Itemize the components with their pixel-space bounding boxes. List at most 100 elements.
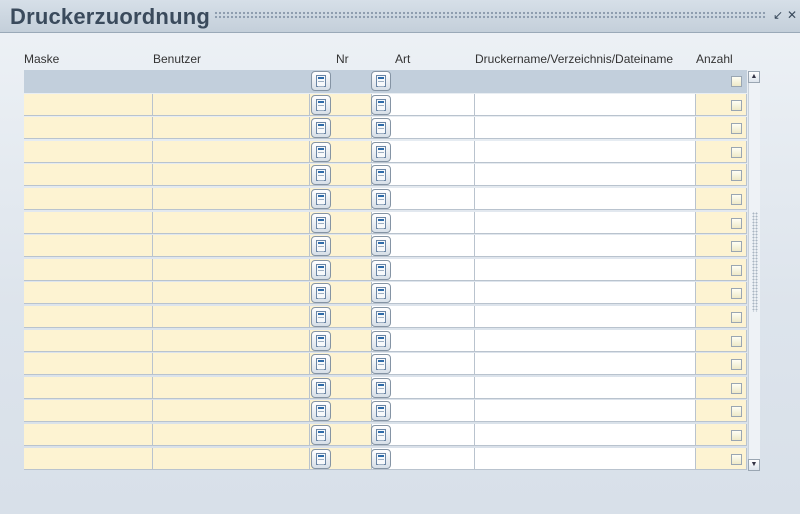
row-checkbox[interactable] — [731, 217, 742, 229]
art-lov-button[interactable] — [371, 165, 391, 186]
cell-druckername[interactable] — [475, 376, 696, 399]
cell-benutzer[interactable] — [153, 235, 310, 258]
row-checkbox[interactable] — [731, 76, 742, 87]
cell-druckername[interactable] — [475, 306, 696, 328]
cell-benutzer[interactable] — [153, 70, 310, 92]
cell-druckername[interactable] — [475, 211, 696, 234]
cell-benutzer[interactable] — [153, 93, 310, 116]
row-checkbox[interactable] — [731, 312, 742, 323]
table-row[interactable] — [24, 164, 747, 187]
nr-lov-button[interactable] — [311, 189, 331, 209]
nr-lov-button[interactable] — [311, 141, 331, 162]
cell-benutzer[interactable] — [153, 447, 310, 470]
art-lov-button[interactable] — [371, 377, 391, 398]
table-row[interactable] — [24, 117, 747, 140]
art-lov-button[interactable] — [371, 236, 391, 257]
row-checkbox[interactable] — [731, 123, 742, 135]
table-row[interactable] — [24, 306, 747, 329]
cell-benutzer[interactable] — [153, 188, 310, 210]
row-checkbox[interactable] — [731, 194, 742, 205]
cell-maske[interactable] — [24, 282, 153, 305]
row-checkbox[interactable] — [731, 170, 742, 182]
art-lov-button[interactable] — [371, 259, 391, 280]
art-lov-button[interactable] — [371, 118, 391, 139]
art-lov-button[interactable] — [371, 71, 391, 91]
table-row[interactable] — [24, 93, 747, 117]
cell-maske[interactable] — [24, 188, 153, 210]
art-lov-button[interactable] — [371, 189, 391, 209]
nr-lov-button[interactable] — [311, 94, 331, 115]
table-row[interactable] — [24, 376, 747, 400]
art-lov-button[interactable] — [371, 401, 391, 422]
cell-druckername[interactable] — [475, 400, 696, 423]
table-row[interactable] — [24, 211, 747, 235]
cell-druckername[interactable] — [475, 424, 696, 446]
cell-maske[interactable] — [24, 117, 153, 140]
row-checkbox[interactable] — [731, 359, 742, 371]
cell-maske[interactable] — [24, 424, 153, 446]
table-row[interactable] — [24, 424, 747, 447]
table-row[interactable] — [24, 400, 747, 423]
cell-druckername[interactable] — [475, 117, 696, 140]
cell-maske[interactable] — [24, 164, 153, 187]
cell-maske[interactable] — [24, 447, 153, 470]
row-checkbox[interactable] — [731, 406, 742, 418]
nr-lov-button[interactable] — [311, 212, 331, 233]
cell-maske[interactable] — [24, 329, 153, 352]
nr-lov-button[interactable] — [311, 118, 331, 139]
art-lov-button[interactable] — [371, 330, 391, 351]
close-icon[interactable]: ✕ — [786, 8, 798, 22]
nr-lov-button[interactable] — [311, 236, 331, 257]
art-lov-button[interactable] — [371, 307, 391, 327]
nr-lov-button[interactable] — [311, 259, 331, 280]
nr-lov-button[interactable] — [311, 71, 331, 91]
arrow-up-icon[interactable]: ▲ — [748, 71, 760, 83]
cell-druckername[interactable] — [475, 235, 696, 258]
row-checkbox[interactable] — [731, 264, 742, 276]
cell-benutzer[interactable] — [153, 424, 310, 446]
art-lov-button[interactable] — [371, 425, 391, 445]
cell-benutzer[interactable] — [153, 258, 310, 281]
art-lov-button[interactable] — [371, 354, 391, 375]
cell-benutzer[interactable] — [153, 376, 310, 399]
row-checkbox[interactable] — [731, 288, 742, 300]
cell-benutzer[interactable] — [153, 353, 310, 376]
table-row[interactable] — [24, 258, 747, 282]
cell-benutzer[interactable] — [153, 329, 310, 352]
nr-lov-button[interactable] — [311, 401, 331, 422]
row-checkbox[interactable] — [731, 146, 742, 158]
table-row[interactable] — [24, 140, 747, 164]
nr-lov-button[interactable] — [311, 283, 331, 304]
cell-druckername[interactable] — [475, 353, 696, 376]
row-checkbox[interactable] — [731, 382, 742, 394]
cell-maske[interactable] — [24, 70, 153, 92]
nr-lov-button[interactable] — [311, 330, 331, 351]
cell-maske[interactable] — [24, 211, 153, 234]
row-checkbox[interactable] — [731, 99, 742, 111]
cell-druckername[interactable] — [475, 93, 696, 116]
table-row[interactable] — [24, 353, 747, 376]
cell-benutzer[interactable] — [153, 306, 310, 328]
cell-benutzer[interactable] — [153, 282, 310, 305]
cell-benutzer[interactable] — [153, 117, 310, 140]
cell-druckername[interactable] — [475, 70, 696, 92]
art-lov-button[interactable] — [371, 94, 391, 115]
cell-druckername[interactable] — [475, 140, 696, 163]
nr-lov-button[interactable] — [311, 425, 331, 445]
arrow-down-icon[interactable]: ▼ — [748, 459, 760, 471]
cell-maske[interactable] — [24, 258, 153, 281]
table-row[interactable] — [24, 329, 747, 353]
cell-benutzer[interactable] — [153, 164, 310, 187]
table-row[interactable] — [24, 188, 747, 211]
cell-benutzer[interactable] — [153, 140, 310, 163]
nr-lov-button[interactable] — [311, 307, 331, 327]
nr-lov-button[interactable] — [311, 448, 331, 469]
cell-maske[interactable] — [24, 353, 153, 376]
cell-druckername[interactable] — [475, 188, 696, 210]
nr-lov-button[interactable] — [311, 354, 331, 375]
row-checkbox[interactable] — [731, 453, 742, 465]
cell-maske[interactable] — [24, 306, 153, 328]
nr-lov-button[interactable] — [311, 165, 331, 186]
minimize-icon[interactable]: ↙ — [772, 8, 784, 22]
table-row[interactable] — [24, 70, 747, 93]
